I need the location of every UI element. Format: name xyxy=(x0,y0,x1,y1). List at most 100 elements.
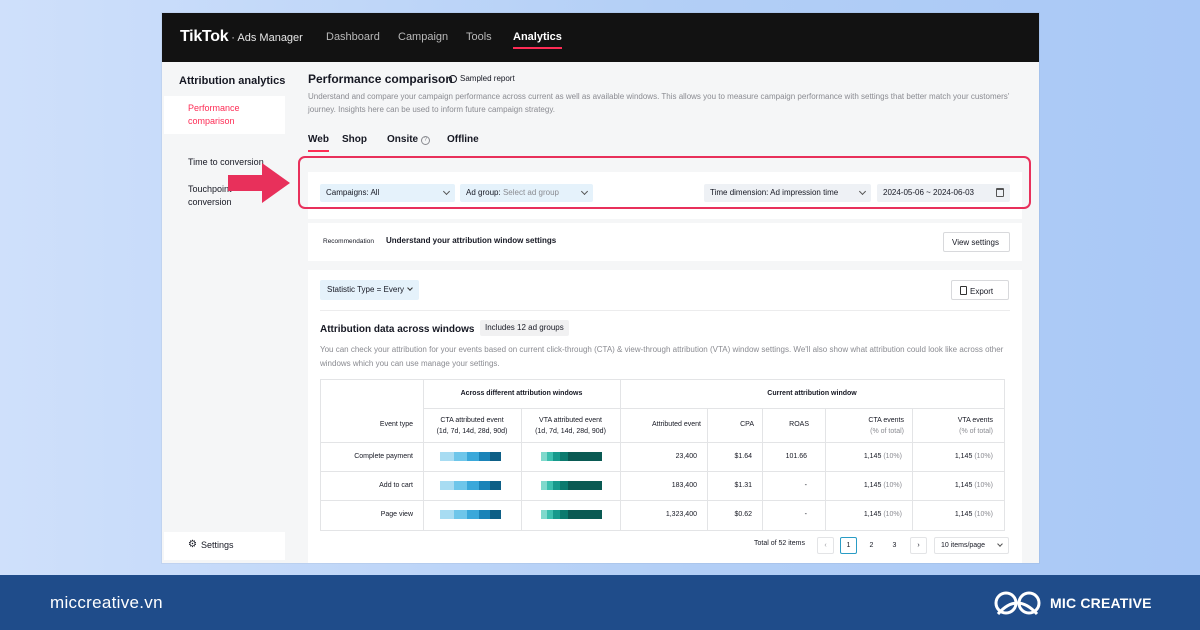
tab-web[interactable]: Web xyxy=(308,134,329,152)
pagination-next-button[interactable]: › xyxy=(910,537,927,554)
chevron-down-icon xyxy=(997,541,1003,547)
vta-window-bar xyxy=(541,481,602,490)
section-description: You can check your attribution for your … xyxy=(320,345,1004,368)
attribution-report-card: Statistic Type = Every Export Attributio… xyxy=(308,270,1022,563)
sidebar-item-performance-comparison[interactable]: Performance comparison xyxy=(164,96,285,134)
pagination-page-3[interactable]: 3 xyxy=(886,537,903,554)
bar-segment xyxy=(440,510,454,519)
row-vta-events: 1,145 (10%) xyxy=(912,511,993,518)
bar-segment xyxy=(553,510,560,519)
bar-segment xyxy=(568,481,602,490)
row-cpa: $0.62 xyxy=(734,511,752,518)
highlight-box xyxy=(298,156,1031,209)
footer-bar: miccreative.vn MIC CREATIVE xyxy=(0,575,1200,630)
col-roas: ROAS xyxy=(789,421,809,428)
bar-segment xyxy=(454,481,467,490)
pagination-page-2[interactable]: 2 xyxy=(863,537,880,554)
col-vta-window-label: VTA attributed event xyxy=(539,417,602,424)
divider xyxy=(620,380,621,530)
divider xyxy=(321,471,1004,472)
cta-events-pct: (10%) xyxy=(883,511,902,518)
bar-segment xyxy=(568,452,602,461)
tab-web-label: Web xyxy=(308,134,329,145)
ads-manager-window: TikTok · Ads Manager Dashboard Campaign … xyxy=(162,13,1039,563)
col-vta-window-sub: (1d, 7d, 14d, 28d, 90d) xyxy=(535,428,606,435)
divider xyxy=(423,380,424,530)
sidebar-settings[interactable]: ⚙ Settings xyxy=(164,532,285,560)
col-cpa: CPA xyxy=(740,421,754,428)
bar-segment xyxy=(479,510,490,519)
tab-offline[interactable]: Offline xyxy=(447,134,479,145)
row-vta-events: 1,145 (10%) xyxy=(912,482,993,489)
red-arrow-icon xyxy=(228,163,290,203)
gear-icon: ⚙ xyxy=(188,539,197,550)
row-roas: - xyxy=(804,511,807,518)
divider xyxy=(321,500,1004,501)
row-cta-events: 1,145 (10%) xyxy=(825,482,902,489)
brand-logo[interactable]: TikTok · Ads Manager xyxy=(180,28,303,46)
bar-segment xyxy=(553,481,560,490)
recommendation-text: Understand your attribution window setti… xyxy=(386,236,557,245)
tab-onsite-label: Onsite xyxy=(387,134,419,145)
sampled-report-label: Sampled report xyxy=(460,74,515,83)
cta-window-bar xyxy=(440,452,501,461)
chevron-down-icon xyxy=(407,285,413,291)
pagination-page-1[interactable]: 1 xyxy=(840,537,857,554)
row-cpa: $1.64 xyxy=(734,453,752,460)
nav-dashboard[interactable]: Dashboard xyxy=(326,31,380,43)
bar-segment xyxy=(440,481,454,490)
statistic-type-select[interactable]: Statistic Type = Every xyxy=(320,280,419,300)
info-icon[interactable]: ? xyxy=(420,136,430,145)
mic-creative-logo-icon xyxy=(994,591,1041,616)
nav-analytics-label: Analytics xyxy=(513,31,562,43)
export-label: Export xyxy=(970,287,994,296)
page-size-value: 10 items/page xyxy=(941,542,985,549)
bar-segment xyxy=(479,452,490,461)
vta-events-pct: (10%) xyxy=(974,511,993,518)
col-vta-window: VTA attributed event (1d, 7d, 14d, 28d, … xyxy=(521,415,620,437)
nav-campaign[interactable]: Campaign xyxy=(398,31,448,43)
footer-url[interactable]: miccreative.vn xyxy=(50,593,163,613)
bar-segment xyxy=(568,510,602,519)
bar-segment xyxy=(479,481,490,490)
sidebar-item-touchpoint-conversion[interactable]: Touchpoint conversion xyxy=(164,177,234,215)
pagination-total: Total of 52 items xyxy=(754,540,805,547)
bar-segment xyxy=(467,481,479,490)
pagination-prev-button[interactable]: ‹ xyxy=(817,537,834,554)
divider xyxy=(320,310,1010,311)
tab-onsite[interactable]: Onsite ? xyxy=(387,134,430,145)
bar-segment xyxy=(467,510,479,519)
bar-segment xyxy=(490,510,501,519)
cta-events-value: 1,145 xyxy=(863,511,882,518)
page-size-select[interactable]: 10 items/page xyxy=(934,537,1009,554)
row-roas: - xyxy=(804,482,807,489)
sidebar: Attribution analytics Performance compar… xyxy=(162,62,287,563)
vta-events-value: 1,145 xyxy=(954,453,973,460)
active-tab-indicator xyxy=(308,150,329,152)
group-header-windows: Across different attribution windows xyxy=(460,390,583,397)
vta-events-pct: (10%) xyxy=(974,453,993,460)
page-title: Performance comparison xyxy=(308,72,453,86)
settings-label: Settings xyxy=(201,540,234,550)
vta-events-value: 1,145 xyxy=(954,482,973,489)
bar-segment xyxy=(454,452,467,461)
vta-events-pct: (10%) xyxy=(974,482,993,489)
bar-segment xyxy=(490,481,501,490)
nav-tools[interactable]: Tools xyxy=(466,31,492,43)
bar-segment xyxy=(440,452,454,461)
export-button[interactable]: Export xyxy=(951,280,1009,300)
cta-window-bar xyxy=(440,481,501,490)
sidebar-title: Attribution analytics xyxy=(179,75,286,87)
row-event-type: Add to cart xyxy=(379,482,413,489)
divider xyxy=(321,442,1004,443)
cta-events-value: 1,145 xyxy=(863,453,882,460)
nav-analytics[interactable]: Analytics xyxy=(513,31,562,49)
col-cta-window-sub: (1d, 7d, 14d, 28d, 90d) xyxy=(436,428,508,435)
bar-segment xyxy=(560,452,568,461)
row-cpa: $1.31 xyxy=(734,482,752,489)
view-settings-button[interactable]: View settings xyxy=(943,232,1010,252)
brand-name: TikTok xyxy=(180,28,229,45)
tab-shop[interactable]: Shop xyxy=(342,134,367,145)
divider xyxy=(423,408,1004,409)
bar-segment xyxy=(490,452,501,461)
